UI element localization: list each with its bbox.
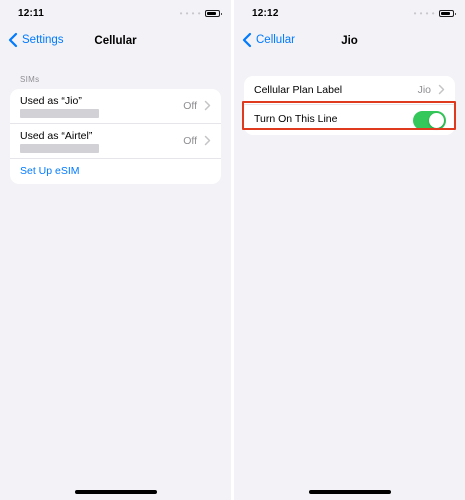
sim-label: Used as “Airtel” (20, 130, 93, 142)
status-bar: 12:12 • • • • (234, 0, 465, 26)
signal-dots-icon: • • • • (413, 9, 435, 18)
nav-bar: Cellular Jio (234, 28, 465, 54)
setup-esim-button[interactable]: Set Up eSIM (20, 165, 80, 177)
plan-label-title: Cellular Plan Label (254, 84, 343, 96)
redacted-number (20, 144, 99, 153)
sim-row-jio[interactable]: Used as “Jio” Off (10, 89, 221, 124)
sim-status: Off (183, 135, 197, 147)
battery-icon (205, 10, 222, 17)
chevron-right-icon (204, 135, 211, 146)
cellular-plan-label-row[interactable]: Cellular Plan Label Jio (244, 76, 455, 105)
status-bar: 12:11 • • • • (0, 0, 231, 26)
turn-on-line-toggle[interactable] (413, 111, 446, 130)
jio-line-screen: 12:12 • • • • Cellular Jio Cellular Plan… (234, 0, 465, 500)
toggle-knob (429, 113, 444, 128)
home-indicator[interactable] (74, 490, 157, 494)
signal-dots-icon: • • • • (179, 9, 201, 18)
page-title: Cellular (94, 35, 137, 47)
turn-on-line-row: Turn On This Line (244, 105, 455, 134)
sims-list: Used as “Jio” Off Used as “Airtel” Off S… (10, 89, 221, 184)
section-header-sims: SIMs (20, 75, 40, 84)
turn-on-line-label: Turn On This Line (254, 113, 338, 125)
sim-label: Used as “Jio” (20, 95, 82, 107)
setup-esim-row: Set Up eSIM (10, 159, 221, 184)
battery-icon (439, 10, 456, 17)
plan-label-value: Jio (417, 84, 431, 96)
redacted-number (20, 109, 99, 118)
jio-settings-list: Cellular Plan Label Jio Turn On This Lin… (244, 76, 455, 135)
status-time: 12:12 (252, 8, 279, 19)
sim-row-airtel[interactable]: Used as “Airtel” Off (10, 124, 221, 159)
sim-status: Off (183, 100, 197, 112)
home-indicator[interactable] (308, 490, 391, 494)
cellular-screen: 12:11 • • • • Settings Cellular SIMs Use… (0, 0, 231, 500)
chevron-right-icon (204, 100, 211, 111)
page-title: Jio (341, 35, 358, 47)
chevron-right-icon (438, 84, 445, 95)
nav-bar: Settings Cellular (0, 28, 231, 54)
status-time: 12:11 (18, 8, 45, 19)
